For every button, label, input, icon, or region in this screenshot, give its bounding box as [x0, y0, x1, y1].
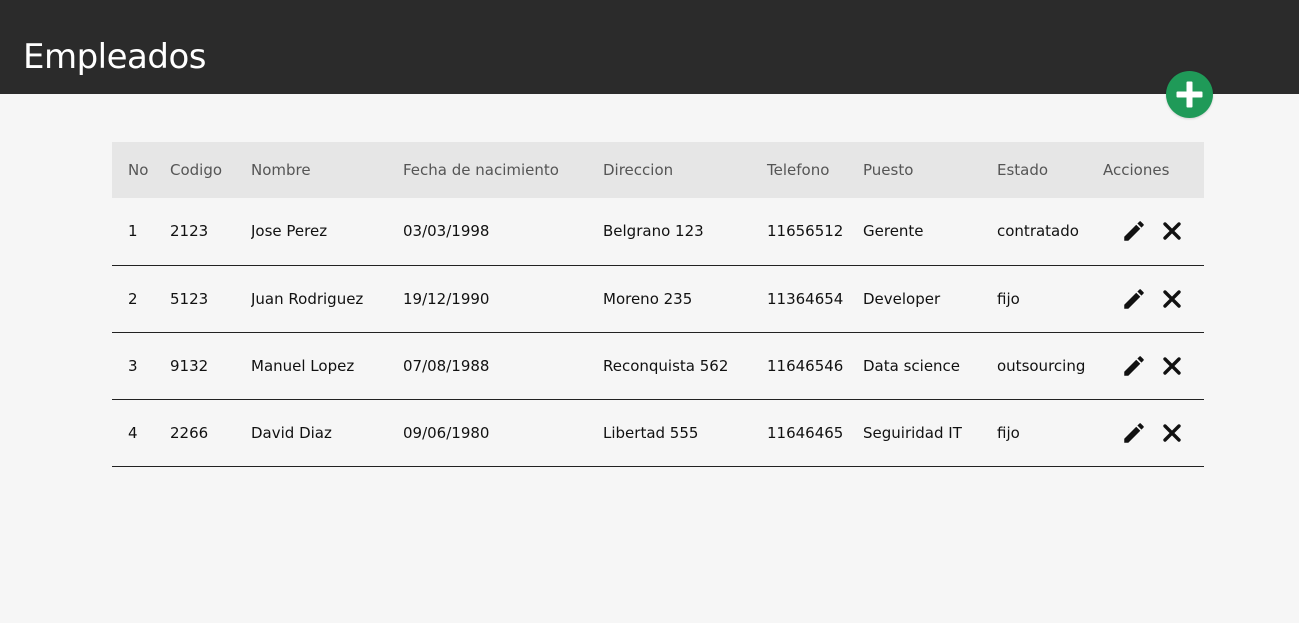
app-header: Empleados [0, 0, 1299, 94]
edit-icon[interactable] [1121, 286, 1147, 312]
cell-acciones [1103, 265, 1204, 332]
cell-nombre: Juan Rodriguez [251, 289, 364, 308]
page-title: Empleados [23, 37, 206, 77]
edit-icon[interactable] [1121, 353, 1147, 379]
add-employee-button[interactable] [1166, 71, 1213, 118]
cell-no: 3 [128, 356, 138, 375]
column-header-estado[interactable]: Estado [997, 142, 1103, 198]
cell-fecha: 03/03/1998 [403, 222, 490, 241]
close-icon[interactable] [1159, 286, 1185, 312]
close-icon[interactable] [1159, 218, 1185, 244]
edit-icon[interactable] [1121, 218, 1147, 244]
plus-icon [1176, 81, 1203, 108]
cell-estado: fijo [997, 289, 1020, 308]
cell-nombre: David Diaz [251, 423, 332, 442]
table-row: 1 2123 Jose Perez 03/03/1998 Belgrano 12… [112, 198, 1204, 265]
cell-estado: fijo [997, 423, 1020, 442]
cell-acciones [1103, 399, 1204, 466]
cell-direccion: Moreno 235 [603, 289, 693, 308]
cell-fecha: 07/08/1988 [403, 356, 490, 375]
cell-puesto: Data science [863, 356, 961, 375]
close-icon[interactable] [1159, 420, 1185, 446]
column-header-puesto[interactable]: Puesto [863, 142, 997, 198]
column-header-fecha[interactable]: Fecha de nacimiento [403, 142, 603, 198]
cell-codigo: 2266 [170, 423, 209, 442]
close-icon[interactable] [1159, 353, 1185, 379]
cell-puesto: Seguiridad IT [863, 423, 962, 442]
cell-acciones [1103, 332, 1204, 399]
cell-direccion: Libertad 555 [603, 423, 699, 442]
cell-codigo: 9132 [170, 356, 209, 375]
cell-direccion: Belgrano 123 [603, 222, 704, 241]
cell-codigo: 5123 [170, 289, 209, 308]
cell-direccion: Reconquista 562 [603, 356, 729, 375]
cell-puesto: Developer [863, 289, 941, 308]
table-row: 2 5123 Juan Rodriguez 19/12/1990 Moreno … [112, 265, 1204, 332]
table-row: 4 2266 David Diaz 09/06/1980 Libertad 55… [112, 399, 1204, 466]
column-header-no[interactable]: No [112, 142, 170, 198]
cell-estado: outsourcing [997, 356, 1086, 375]
employees-table: No Codigo Nombre Fecha de nacimiento Dir… [112, 142, 1204, 467]
cell-nombre: Jose Perez [251, 222, 328, 241]
column-header-codigo[interactable]: Codigo [170, 142, 251, 198]
column-header-acciones: Acciones [1103, 161, 1170, 179]
column-header-telefono[interactable]: Telefono [767, 142, 863, 198]
cell-no: 2 [128, 289, 138, 308]
cell-telefono: 11364654 [767, 289, 844, 308]
cell-fecha: 09/06/1980 [403, 423, 490, 442]
cell-telefono: 11656512 [767, 222, 844, 241]
cell-estado: contratado [997, 222, 1079, 241]
cell-telefono: 11646465 [767, 423, 844, 442]
table-row: 3 9132 Manuel Lopez 07/08/1988 Reconquis… [112, 332, 1204, 399]
edit-icon[interactable] [1121, 420, 1147, 446]
cell-fecha: 19/12/1990 [403, 289, 490, 308]
cell-puesto: Gerente [863, 222, 924, 241]
cell-telefono: 11646546 [767, 356, 844, 375]
column-header-direccion[interactable]: Direccion [603, 142, 767, 198]
cell-no: 4 [128, 423, 138, 442]
cell-nombre: Manuel Lopez [251, 356, 355, 375]
cell-no: 1 [128, 222, 138, 241]
column-header-nombre[interactable]: Nombre [251, 142, 403, 198]
cell-acciones [1103, 198, 1204, 265]
table-header-row: No Codigo Nombre Fecha de nacimiento Dir… [112, 142, 1204, 198]
cell-codigo: 2123 [170, 222, 209, 241]
